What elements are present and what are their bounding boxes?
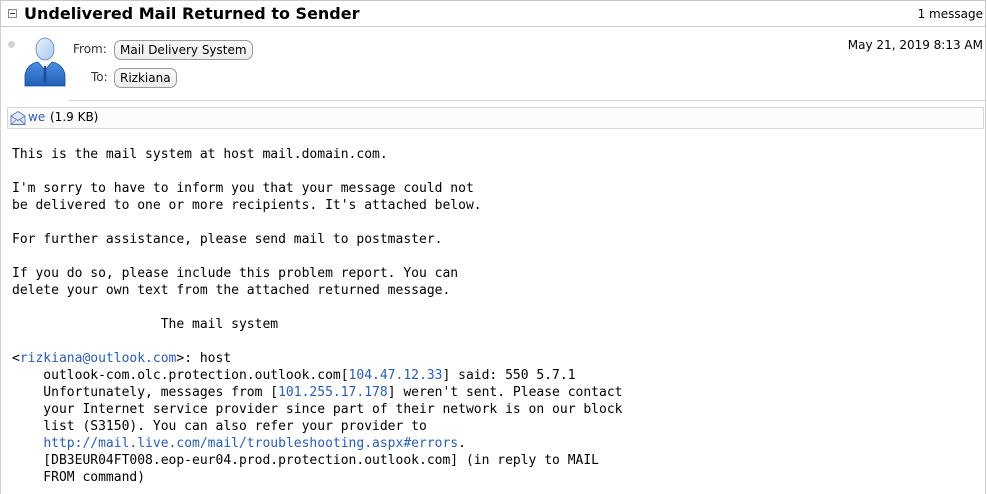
text: ] weren't sent. Please contact — [387, 385, 623, 400]
text: outlook-com.olc.protection.outlook.com[ — [12, 368, 349, 383]
thread-header: Undelivered Mail Returned to Sender 1 me… — [0, 0, 986, 27]
attachment-name-link[interactable]: we — [28, 110, 45, 124]
body-line: your Internet service provider since par… — [12, 402, 623, 417]
body-line: For further assistance, please send mail… — [12, 232, 443, 247]
host-ip-link[interactable]: 104.47.12.33 — [349, 368, 443, 383]
message-date: May 21, 2019 8:13 AM — [847, 38, 983, 52]
star-icon[interactable] — [8, 41, 15, 48]
body-line-host: outlook-com.olc.protection.outlook.com[1… — [12, 367, 576, 384]
body-line: delete your own text from the attached r… — [12, 283, 451, 298]
text: . — [458, 436, 466, 451]
body-line: FROM command) — [12, 470, 146, 485]
body-line: The mail system — [12, 317, 279, 332]
from-sender-pill[interactable]: Mail Delivery System — [114, 40, 253, 60]
envelope-attachment-icon[interactable] — [10, 110, 26, 126]
recipient-email-link[interactable]: rizkiana@outlook.com — [20, 351, 177, 366]
body-line-url: http://mail.live.com/mail/troubleshootin… — [12, 435, 466, 452]
thread-subject: Undelivered Mail Returned to Sender — [24, 4, 360, 23]
text — [12, 436, 43, 451]
body-line: be delivered to one or more recipients. … — [12, 198, 482, 213]
from-label: From: — [73, 42, 107, 56]
body-line: This is the mail system at host mail.dom… — [12, 147, 388, 162]
body-line: list (S3150). You can also refer your pr… — [12, 419, 427, 434]
attachment-size: (1.9 KB) — [50, 110, 99, 124]
avatar-icon — [24, 37, 66, 87]
text: >: host — [176, 351, 232, 366]
body-line: I'm sorry to have to inform you that you… — [12, 181, 474, 196]
body-line-recipient: <rizkiana@outlook.com>: host — [12, 350, 231, 367]
text: < — [12, 351, 20, 366]
collapse-toggle-icon[interactable] — [8, 9, 17, 18]
header-divider — [69, 100, 985, 101]
body-line: [DB3EUR04FT008.eop-eur04.prod.protection… — [12, 453, 599, 468]
sender-ip-link[interactable]: 101.255.17.178 — [278, 385, 388, 400]
text: Unfortunately, messages from [ — [12, 385, 279, 400]
body-line: If you do so, please include this proble… — [12, 266, 459, 281]
attachment-bar — [7, 107, 984, 129]
to-recipient-pill[interactable]: Rizkiana — [114, 68, 177, 88]
message-count: 1 message — [917, 7, 983, 21]
body-line-sender-ip: Unfortunately, messages from [101.255.17… — [12, 384, 623, 401]
to-label: To: — [91, 70, 108, 84]
troubleshooting-url-link[interactable]: http://mail.live.com/mail/troubleshootin… — [43, 436, 458, 451]
text: ] said: 550 5.7.1 — [442, 368, 576, 383]
